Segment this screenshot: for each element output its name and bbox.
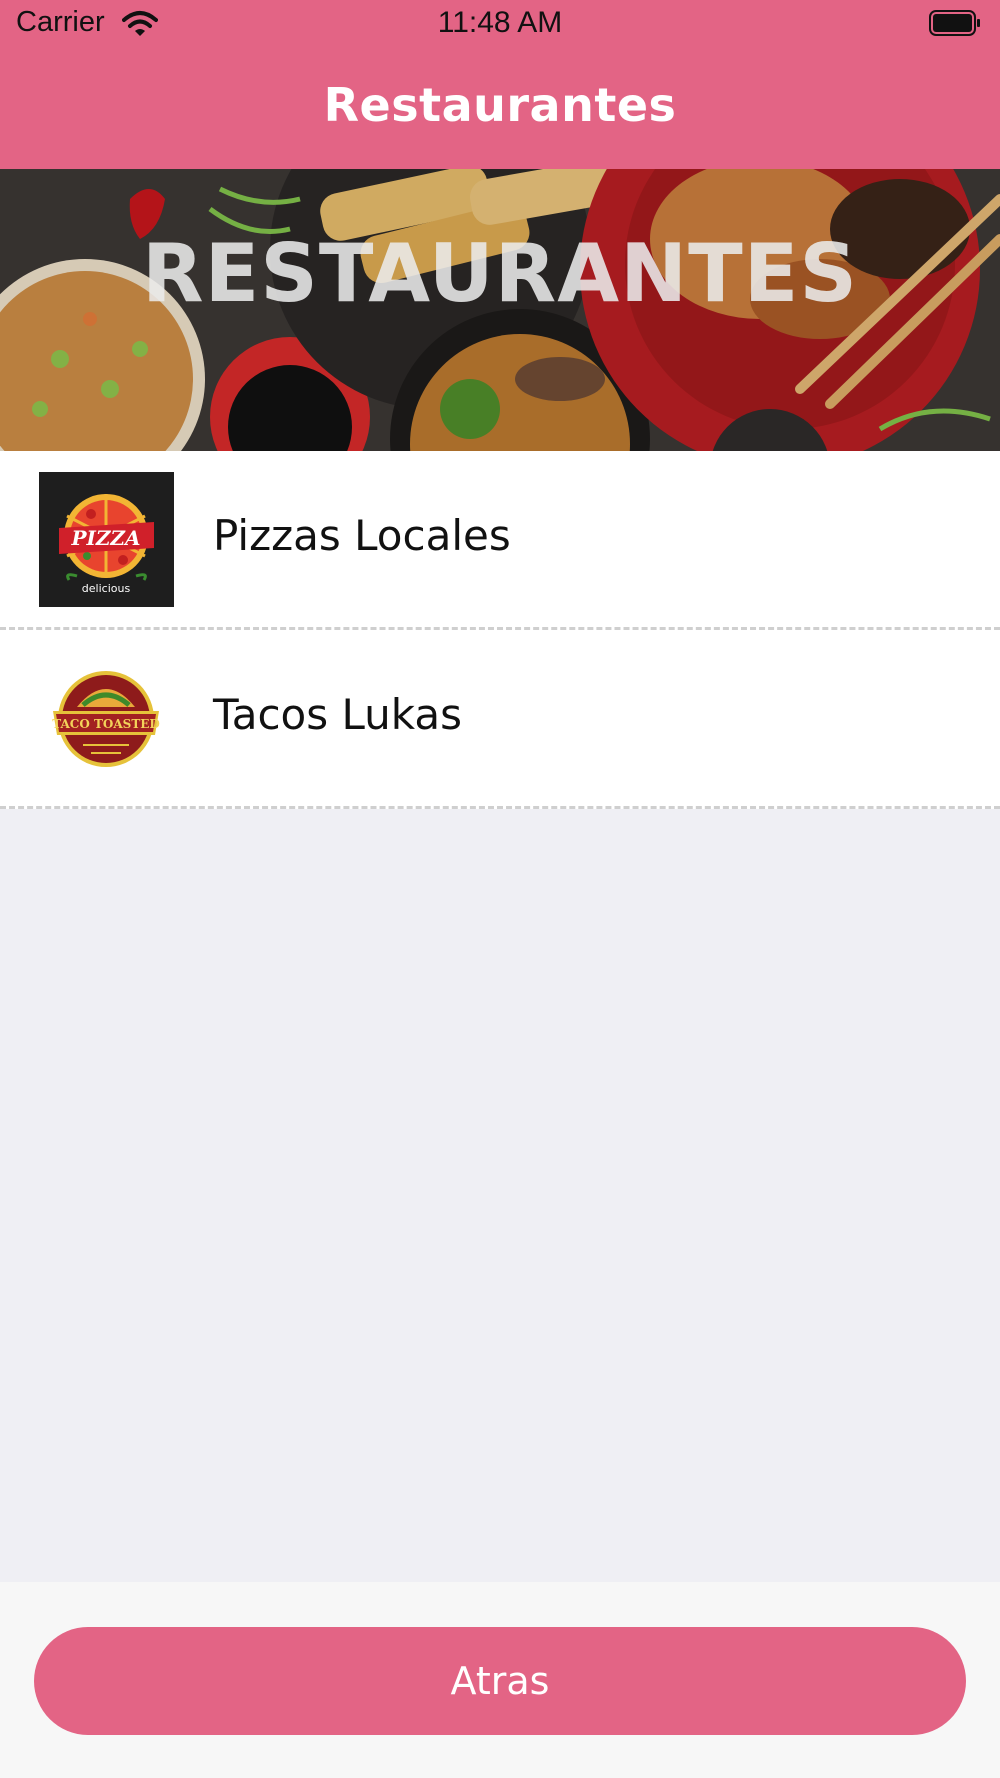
- taco-logo-icon: TACO TOASTED: [39, 651, 174, 786]
- header-banner-image: RESTAURANTES: [0, 169, 1000, 451]
- taco-logo-word: TACO TOASTED: [52, 717, 160, 731]
- list-item-pizzas-locales[interactable]: PIZZA delicious Pizzas Locales: [0, 451, 1000, 630]
- banner-title: RESTAURANTES: [142, 227, 858, 320]
- pizza-logo-word: PIZZA: [70, 526, 140, 550]
- pizza-logo-icon: PIZZA delicious: [39, 472, 174, 607]
- back-button[interactable]: Atras: [34, 1627, 966, 1735]
- list-item-tacos-lukas[interactable]: TACO TOASTED Tacos Lukas: [0, 630, 1000, 809]
- restaurant-name: Tacos Lukas: [213, 690, 462, 739]
- restaurant-list: PIZZA delicious Pizzas Locales TACO TOAS…: [0, 451, 1000, 809]
- pizza-logo-tagline: delicious: [82, 582, 131, 595]
- bottom-toolbar: Atras: [0, 1582, 1000, 1778]
- navigation-bar: Carrier 11:48 AM Restaurantes: [0, 0, 1000, 169]
- status-time: 11:48 AM: [437, 6, 563, 39]
- page-title: Restaurantes: [323, 78, 677, 132]
- battery-icon: [929, 10, 981, 36]
- status-bar: Carrier 11:48 AM: [0, 0, 1000, 50]
- restaurant-name: Pizzas Locales: [213, 511, 511, 560]
